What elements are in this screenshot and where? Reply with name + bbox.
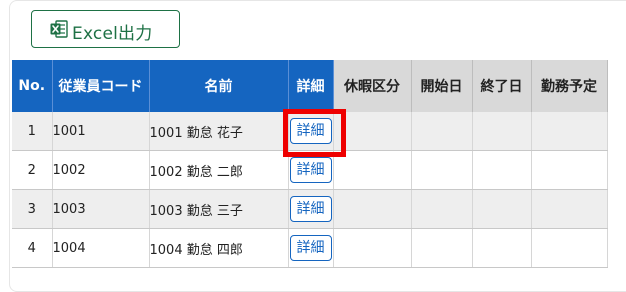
header-name: 名前 [149, 60, 289, 112]
header-detail: 詳細 [288, 60, 334, 112]
cell-work-schedule [531, 189, 608, 229]
cell-start-date [411, 228, 473, 268]
cell-name: 1002 勤怠 二郎 [149, 150, 289, 190]
cell-start-date [411, 150, 473, 190]
header-leave-type: 休暇区分 [333, 60, 412, 112]
cell-detail: 詳細 [288, 150, 334, 190]
table-row: 2 1002 1002 勤怠 二郎 詳細 [12, 150, 608, 190]
cell-work-schedule [531, 228, 608, 268]
cell-employee-code: 1004 [52, 228, 150, 268]
header-start-date: 開始日 [411, 60, 473, 112]
cell-start-date [411, 189, 473, 229]
cell-no: 3 [12, 189, 53, 229]
excel-file-icon [50, 20, 68, 38]
cell-leave-type [333, 112, 412, 151]
cell-leave-type [333, 189, 412, 229]
table-row: 4 1004 1004 勤怠 四郎 詳細 [12, 228, 608, 268]
cell-employee-code: 1002 [52, 150, 150, 190]
table-row: 3 1003 1003 勤怠 三子 詳細 [12, 189, 608, 229]
table-row: 1 1001 1001 勤怠 花子 詳細 [12, 112, 608, 151]
cell-name: 1001 勤怠 花子 [149, 112, 289, 151]
table-body: 1 1001 1001 勤怠 花子 詳細 2 1002 1002 勤怠 二郎 詳細 3 1003 1… [12, 112, 608, 268]
cell-no: 4 [12, 228, 53, 268]
detail-button[interactable]: 詳細 [289, 157, 332, 183]
cell-end-date [472, 189, 532, 229]
cell-employee-code: 1001 [52, 112, 150, 151]
header-employee-code: 従業員コード [52, 60, 150, 112]
cell-work-schedule [531, 150, 608, 190]
leave-schedule-table: No. 従業員コード 名前 詳細 休暇区分 開始日 終了日 勤務予定 1 1001 1001 勤怠… [12, 60, 608, 268]
header-work-schedule: 勤務予定 [531, 60, 608, 112]
cell-name: 1004 勤怠 四郎 [149, 228, 289, 268]
header-no: No. [12, 60, 53, 112]
cell-leave-type [333, 150, 412, 190]
header-row: No. 従業員コード 名前 詳細 休暇区分 開始日 終了日 勤務予定 [12, 60, 608, 112]
cell-detail: 詳細 [288, 228, 334, 268]
excel-button-label: Excel出力 [72, 24, 153, 44]
cell-name: 1003 勤怠 三子 [149, 189, 289, 229]
header-end-date: 終了日 [472, 60, 532, 112]
cell-end-date [472, 112, 532, 151]
cell-detail: 詳細 [288, 112, 334, 151]
cell-end-date [472, 150, 532, 190]
detail-button[interactable]: 詳細 [289, 196, 332, 222]
cell-leave-type [333, 228, 412, 268]
cell-employee-code: 1003 [52, 189, 150, 229]
cell-no: 1 [12, 112, 53, 151]
cell-end-date [472, 228, 532, 268]
cell-start-date [411, 112, 473, 151]
excel-export-button[interactable]: Excel出力 [31, 10, 180, 48]
table-header: No. 従業員コード 名前 詳細 休暇区分 開始日 終了日 勤務予定 [12, 60, 608, 112]
cell-work-schedule [531, 112, 608, 151]
detail-button[interactable]: 詳細 [289, 118, 332, 144]
cell-detail: 詳細 [288, 189, 334, 229]
cell-no: 2 [12, 150, 53, 190]
detail-button[interactable]: 詳細 [289, 235, 332, 261]
